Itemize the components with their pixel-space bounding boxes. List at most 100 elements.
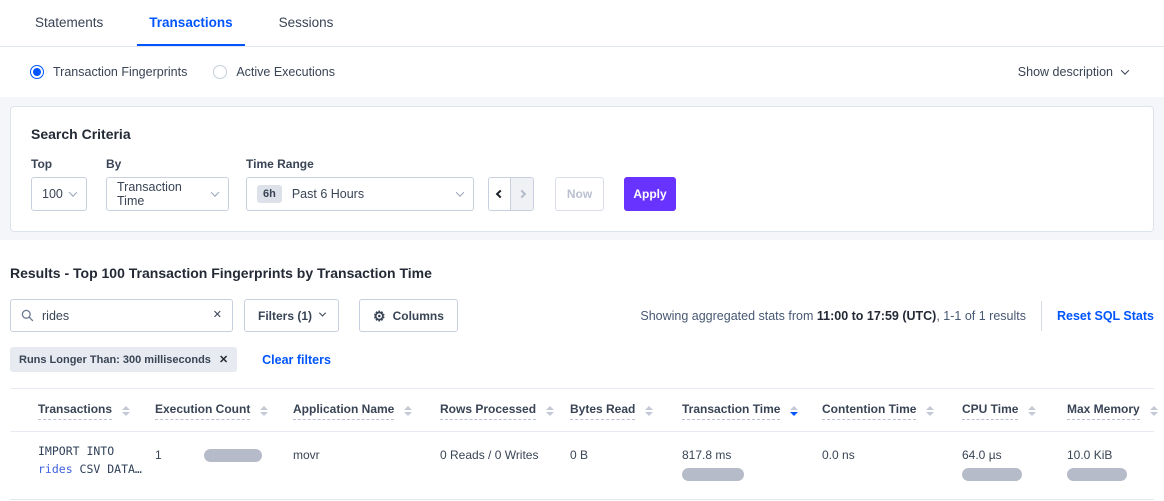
max-memory-value: 10.0 KiB (1067, 448, 1146, 462)
cpu-time-bar (962, 468, 1022, 481)
time-range-label: Time Range (246, 157, 474, 171)
aggregated-stats-text: Showing aggregated stats from 11:00 to 1… (640, 309, 1026, 323)
columns-label: Columns (393, 309, 444, 323)
radio-unselected-icon (213, 65, 227, 79)
search-criteria-title: Search Criteria (31, 126, 1133, 142)
cell-max-memory: 10.0 KiB (1067, 432, 1154, 500)
sort-icon[interactable] (1150, 406, 1158, 416)
active-filters-row: Runs Longer Than: 300 milliseconds ✕ Cle… (10, 347, 1154, 372)
tab-transactions[interactable]: Transactions (137, 0, 244, 46)
results-section: Results - Top 100 Transaction Fingerprin… (0, 265, 1164, 500)
time-range-group: Time Range 6h Past 6 Hours (229, 157, 474, 211)
cell-cpu-time: 64.0 µs (962, 432, 1067, 500)
filter-chip: Runs Longer Than: 300 milliseconds ✕ (10, 347, 237, 372)
radio-transaction-fingerprints[interactable]: Transaction Fingerprints (30, 65, 187, 79)
chevron-down-icon (319, 310, 326, 317)
col-header-transaction-time[interactable]: Transaction Time (682, 389, 822, 432)
radio-selected-icon (30, 65, 44, 79)
reset-sql-stats-link[interactable]: Reset SQL Stats (1057, 309, 1154, 323)
execution-count-value: 1 (155, 448, 162, 462)
by-label: By (106, 157, 229, 171)
col-header-transactions[interactable]: Transactions (10, 389, 155, 432)
toolbar-right: Showing aggregated stats from 11:00 to 1… (640, 301, 1154, 331)
chevron-down-icon (1121, 66, 1129, 74)
search-box[interactable]: ✕ (10, 299, 233, 332)
sort-icon[interactable] (926, 406, 934, 416)
max-memory-bar (1067, 468, 1127, 481)
sort-icon[interactable] (1028, 406, 1036, 416)
by-value: Transaction Time (117, 180, 212, 208)
clear-search-icon[interactable]: ✕ (213, 310, 222, 321)
chevron-left-icon (495, 190, 503, 198)
results-toolbar: ✕ Filters (1) ⚙ Columns Showing aggregat… (10, 299, 1154, 332)
show-description-toggle[interactable]: Show description (1018, 65, 1128, 79)
page-tabs: Statements Transactions Sessions (0, 0, 1164, 47)
sort-icon-active[interactable] (790, 406, 798, 416)
divider (1041, 301, 1042, 331)
gear-icon: ⚙ (373, 309, 386, 323)
search-criteria-card: Search Criteria Top 100 By Transaction T… (10, 106, 1154, 232)
table-row: IMPORT INTO rides CSV DATA… 1 movr 0 Rea… (10, 432, 1154, 500)
col-header-contention-time[interactable]: Contention Time (822, 389, 962, 432)
search-icon (21, 309, 34, 322)
cell-bytes-read: 0 B (570, 432, 682, 500)
search-criteria-band: Search Criteria Top 100 By Transaction T… (0, 97, 1164, 240)
filter-chip-label: Runs Longer Than: 300 milliseconds (19, 354, 211, 366)
chevron-down-icon (69, 188, 77, 196)
sort-icon[interactable] (260, 406, 268, 416)
filters-button[interactable]: Filters (1) (244, 299, 339, 332)
col-header-bytes-read[interactable]: Bytes Read (570, 389, 682, 432)
columns-button[interactable]: ⚙ Columns (359, 299, 458, 332)
time-range-badge: 6h (257, 185, 282, 203)
radio-label: Transaction Fingerprints (53, 65, 187, 79)
cell-transaction-fingerprint[interactable]: IMPORT INTO rides CSV DATA… (10, 432, 155, 500)
apply-button[interactable]: Apply (624, 177, 676, 211)
remove-filter-icon[interactable]: ✕ (219, 353, 228, 366)
previous-interval-button[interactable] (489, 178, 511, 210)
next-interval-button[interactable] (511, 178, 533, 210)
now-button[interactable]: Now (555, 177, 604, 211)
transaction-statement-line2: rides CSV DATA… (38, 461, 147, 479)
transaction-time-value: 817.8 ms (682, 448, 814, 462)
cell-transaction-time: 817.8 ms (682, 432, 822, 500)
col-header-rows-processed[interactable]: Rows Processed (440, 389, 570, 432)
transaction-statement-line1: IMPORT INTO (38, 443, 147, 461)
col-header-cpu-time[interactable]: CPU Time (962, 389, 1067, 432)
radio-label: Active Executions (236, 65, 335, 79)
results-table: Transactions Execution Count Application… (10, 388, 1154, 500)
cell-rows-processed: 0 Reads / 0 Writes (440, 432, 570, 500)
cpu-time-value: 64.0 µs (962, 448, 1059, 462)
sort-icon[interactable] (546, 406, 554, 416)
results-title: Results - Top 100 Transaction Fingerprin… (10, 265, 1154, 281)
sort-icon[interactable] (404, 406, 412, 416)
show-description-label: Show description (1018, 65, 1113, 79)
chevron-right-icon (518, 190, 526, 198)
transaction-time-bar (682, 468, 744, 481)
by-select[interactable]: Transaction Time (106, 177, 229, 211)
top-select[interactable]: 100 (31, 177, 87, 211)
radio-active-executions[interactable]: Active Executions (213, 65, 335, 79)
tab-sessions[interactable]: Sessions (267, 0, 346, 46)
execution-count-bar (204, 449, 262, 462)
top-group: Top 100 (31, 157, 87, 211)
time-range-value: Past 6 Hours (292, 187, 364, 201)
sort-icon[interactable] (122, 406, 130, 416)
clear-filters-link[interactable]: Clear filters (262, 353, 331, 367)
time-range-select[interactable]: 6h Past 6 Hours (246, 177, 474, 211)
top-label: Top (31, 157, 87, 171)
tab-statements[interactable]: Statements (23, 0, 115, 46)
col-header-application-name[interactable]: Application Name (293, 389, 440, 432)
chevron-down-icon (211, 188, 219, 196)
sort-icon[interactable] (645, 406, 653, 416)
by-group: By Transaction Time (87, 157, 229, 211)
table-header-row: Transactions Execution Count Application… (10, 389, 1154, 432)
top-value: 100 (42, 187, 63, 201)
view-toggle-row: Transaction Fingerprints Active Executio… (0, 47, 1164, 97)
search-input[interactable] (42, 309, 213, 323)
cell-execution-count: 1 (155, 432, 293, 500)
col-header-execution-count[interactable]: Execution Count (155, 389, 293, 432)
filters-label: Filters (1) (258, 309, 312, 323)
cell-contention-time: 0.0 ns (822, 432, 962, 500)
time-range-arrows (488, 177, 534, 211)
col-header-max-memory[interactable]: Max Memory (1067, 389, 1154, 432)
